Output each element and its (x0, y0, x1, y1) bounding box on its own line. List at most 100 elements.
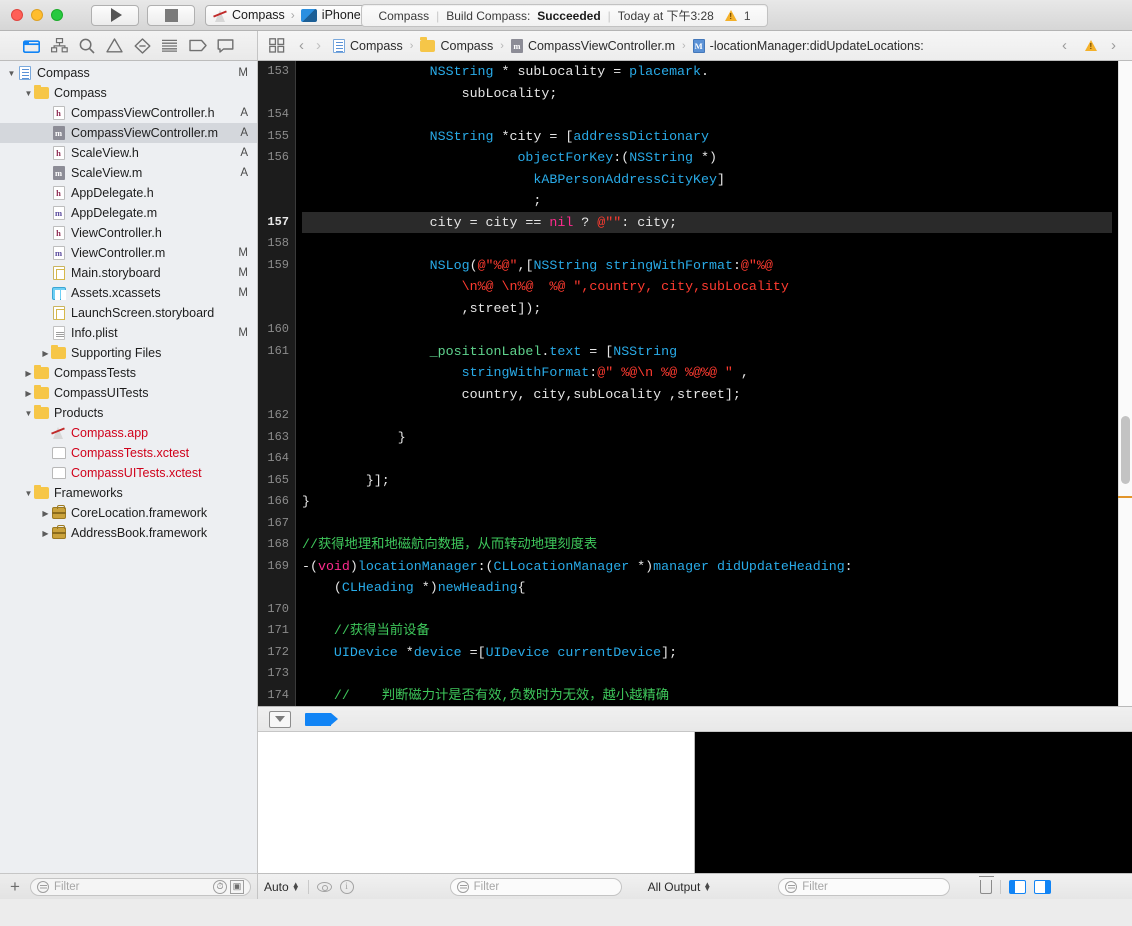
code-line[interactable]: subLocality; (302, 83, 1132, 105)
breadcrumb-item-project[interactable]: Compass (333, 38, 403, 53)
disclosure-triangle-closed-icon[interactable]: ▶ (40, 349, 51, 358)
go-forward-button[interactable]: › (310, 37, 327, 54)
go-back-button[interactable]: ‹ (293, 37, 310, 54)
code-line[interactable] (302, 104, 1132, 126)
file-tree-row[interactable]: m AppDelegate.m (0, 203, 257, 223)
line-number[interactable]: 174 (258, 685, 295, 707)
line-number[interactable] (258, 276, 295, 298)
console-view[interactable] (695, 732, 1132, 873)
list-icon[interactable] (160, 37, 180, 55)
related-items-icon[interactable] (267, 37, 287, 55)
file-tree-row[interactable]: ▶ Supporting Files (0, 343, 257, 363)
line-number[interactable]: 173 (258, 663, 295, 685)
file-tree-row[interactable]: ▼ Frameworks (0, 483, 257, 503)
file-tree-row[interactable]: ▶ CompassUITests (0, 383, 257, 403)
code-line[interactable] (302, 319, 1132, 341)
window-controls[interactable] (11, 9, 63, 21)
line-number[interactable]: 159 (258, 255, 295, 277)
line-number[interactable]: 170 (258, 599, 295, 621)
code-line[interactable]: city = city == nil ? @"": city; (302, 211, 1132, 233)
code-line[interactable]: // 判断磁力计是否有效,负数时为无效，越小越精确 (302, 685, 1132, 707)
line-number[interactable]: 157 (258, 212, 295, 234)
code-line[interactable]: country, city,subLocality ,street]; (302, 384, 1132, 406)
line-number[interactable]: 169 (258, 556, 295, 578)
next-issue-button[interactable]: › (1105, 37, 1122, 54)
file-tree-row[interactable]: CompassUITests.xctest (0, 463, 257, 483)
editor-scrollbar-thumb[interactable] (1121, 416, 1130, 484)
eye-icon[interactable] (316, 881, 332, 892)
variables-filter-field[interactable]: Filter (449, 877, 622, 896)
file-tree-row[interactable]: ▼ Compass M (0, 63, 257, 83)
file-tree[interactable]: ▼ Compass M ▼ Compass h CompassViewController.… (0, 61, 257, 873)
breadcrumb-item-file[interactable]: m CompassViewController.m (510, 38, 675, 53)
source-editor[interactable]: 153 154 155 156 157 158 159 160 161 162 163 164 165 1… (258, 61, 1132, 706)
file-tree-row[interactable]: m ScaleView.m A (0, 163, 257, 183)
file-tree-row[interactable]: Main.storyboard M (0, 263, 257, 283)
navigator-filter-field[interactable]: Filter ⏱ ▣ (29, 877, 251, 896)
line-number[interactable]: 172 (258, 642, 295, 664)
file-tree-row[interactable]: ▶ CompassTests (0, 363, 257, 383)
diamond-icon[interactable] (132, 37, 152, 55)
code-line[interactable]: } (302, 427, 1132, 449)
search-icon[interactable] (77, 37, 97, 55)
code-line[interactable]: //获得当前设备 (302, 620, 1132, 642)
console-scope-popup[interactable]: All Output ▲ ▼ (648, 880, 712, 894)
line-number[interactable] (258, 384, 295, 406)
line-number[interactable] (258, 362, 295, 384)
code-line[interactable]: -(void)locationManager:(CLLocationManage… (302, 556, 1132, 578)
disclosure-box-icon[interactable] (269, 710, 291, 728)
code-line[interactable] (302, 599, 1132, 621)
add-file-button[interactable]: + (6, 878, 24, 895)
variables-view[interactable] (258, 732, 695, 873)
stop-button[interactable] (147, 4, 195, 26)
file-tree-row[interactable]: ▶ CoreLocation.framework (0, 503, 257, 523)
code-line[interactable]: NSLog(@"%@",[NSString stringWithFormat:@… (302, 255, 1132, 277)
hierarchy-icon[interactable] (49, 37, 69, 55)
minimize-window-button[interactable] (31, 9, 43, 21)
disclosure-triangle-closed-icon[interactable]: ▶ (23, 389, 34, 398)
disclosure-triangle-open-icon[interactable]: ▼ (23, 409, 34, 418)
line-number[interactable]: 162 (258, 405, 295, 427)
disclosure-triangle-open-icon[interactable]: ▼ (23, 489, 34, 498)
file-tree-row[interactable]: h CompassViewController.h A (0, 103, 257, 123)
file-tree-row[interactable]: h ScaleView.h A (0, 143, 257, 163)
line-number[interactable] (258, 577, 295, 599)
code-line[interactable] (302, 513, 1132, 535)
navigator-filter-bar[interactable]: + Filter ⏱ ▣ (0, 873, 257, 899)
code-line[interactable] (302, 405, 1132, 427)
file-tree-row[interactable]: m ViewController.m M (0, 243, 257, 263)
file-tree-row[interactable]: ▼ Compass (0, 83, 257, 103)
code-line[interactable]: _positionLabel.text = [NSString (302, 341, 1132, 363)
source-code[interactable]: NSString * subLocality = placemark. subL… (296, 61, 1132, 706)
line-number[interactable]: 153 (258, 61, 295, 83)
previous-issue-button[interactable]: ‹ (1056, 37, 1073, 54)
file-tree-row[interactable]: Compass.app (0, 423, 257, 443)
zoom-window-button[interactable] (51, 9, 63, 21)
debug-bottom-bar[interactable]: Auto ▲ ▼ i Filter All Output ▲ ▼ Filter (258, 873, 1132, 899)
console-filter-field[interactable]: Filter (778, 877, 951, 896)
line-number[interactable]: 163 (258, 427, 295, 449)
editor-scrollbar-track[interactable] (1118, 61, 1132, 706)
code-line[interactable] (302, 448, 1132, 470)
close-window-button[interactable] (11, 9, 23, 21)
scheme-destination-control[interactable]: Compass › iPhone 5 (205, 4, 383, 26)
report-icon[interactable] (215, 37, 235, 55)
line-number[interactable]: 164 (258, 448, 295, 470)
trash-icon[interactable] (978, 875, 994, 894)
issue-navigation-controls[interactable]: ‹ › (1056, 37, 1126, 54)
breadcrumb-item-group[interactable]: Compass (420, 37, 493, 53)
code-line[interactable]: ; (302, 190, 1132, 212)
breadcrumb-item-method[interactable]: M -locationManager:didUpdateLocations: (692, 38, 924, 53)
file-tree-row[interactable]: h ViewController.h (0, 223, 257, 243)
file-tree-row[interactable]: CompassTests.xctest (0, 443, 257, 463)
disclosure-triangle-open-icon[interactable]: ▼ (6, 69, 17, 78)
line-number[interactable] (258, 190, 295, 212)
source-control-icon[interactable]: ▣ (230, 879, 244, 894)
code-line[interactable]: ,street]); (302, 298, 1132, 320)
run-button[interactable] (91, 4, 139, 26)
code-line[interactable]: kABPersonAddressCityKey] (302, 169, 1132, 191)
code-line[interactable]: (CLHeading *)newHeading{ (302, 577, 1132, 599)
breakpoint-tag-icon[interactable] (305, 712, 338, 726)
code-line[interactable]: objectForKey:(NSString *) (302, 147, 1132, 169)
line-number[interactable]: 171 (258, 620, 295, 642)
